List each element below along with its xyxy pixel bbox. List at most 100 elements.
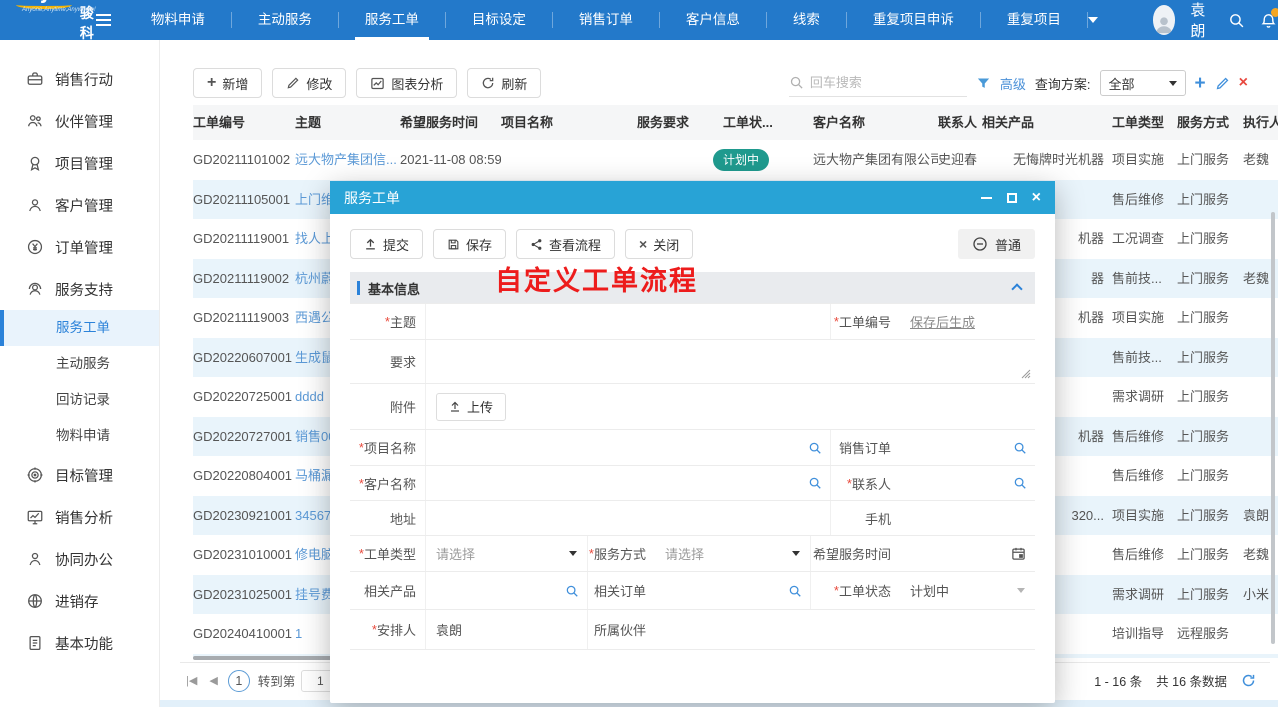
avatar[interactable] — [1153, 5, 1176, 35]
sidebar-item[interactable]: 协同办公 — [0, 538, 159, 580]
add-button[interactable]: + 新增 — [193, 68, 262, 98]
partner-input[interactable] — [655, 622, 1035, 637]
lookup-search-icon[interactable] — [788, 584, 802, 598]
column-header[interactable]: 项目名称 — [501, 105, 637, 140]
lookup-search-icon[interactable] — [1013, 476, 1027, 490]
assignee-value: 袁朗 — [426, 620, 462, 639]
subject-label: *主题 — [350, 304, 426, 339]
sidebar-item[interactable]: 客户管理 — [0, 184, 159, 226]
lookup-search-icon[interactable] — [808, 441, 822, 455]
order-status-select[interactable]: 计划中 — [900, 572, 1035, 609]
calendar-icon[interactable] — [1011, 546, 1026, 561]
close-button[interactable]: × 关闭 — [625, 229, 693, 259]
row-cell: 上门服务 — [1177, 456, 1243, 496]
sidebar-item[interactable]: 目标管理 — [0, 454, 159, 496]
chevron-down-icon[interactable] — [1088, 17, 1098, 23]
sidebar-item[interactable]: 伙伴管理 — [0, 100, 159, 142]
priority-button[interactable]: 普通 — [958, 229, 1035, 259]
resize-handle-icon[interactable] — [1021, 369, 1031, 379]
column-header[interactable]: 工单类型 — [1112, 105, 1177, 140]
top-nav-item[interactable]: 物料申请 — [125, 0, 231, 40]
bell-icon[interactable] — [1260, 12, 1277, 29]
service-method-select[interactable]: 请选择 — [655, 536, 810, 571]
username[interactable]: 袁朗 — [1190, 0, 1213, 41]
page-number-button[interactable]: 1 — [228, 670, 250, 692]
collapse-chevron-up-icon[interactable] — [1011, 283, 1022, 294]
sidebar-subitem[interactable]: 主动服务 — [0, 346, 159, 382]
row-subject-link[interactable]: 远大物产集团信... — [295, 140, 400, 180]
advanced-search-link[interactable]: 高级 — [1000, 74, 1026, 93]
search-icon[interactable] — [1228, 12, 1245, 29]
save-button[interactable]: 保存 — [433, 229, 506, 259]
refresh-button[interactable]: 刷新 — [467, 68, 541, 98]
subject-input[interactable] — [426, 314, 830, 329]
row-cell: 上门服务 — [1177, 575, 1243, 615]
top-nav-item[interactable]: 目标设定 — [446, 0, 552, 40]
sidebar-item[interactable]: 销售分析 — [0, 496, 159, 538]
sidebar-item[interactable]: 服务支持 — [0, 268, 159, 310]
column-header[interactable]: 希望服务时间 — [400, 105, 501, 140]
upload-button[interactable]: 上传 — [436, 393, 506, 421]
chart-analysis-button[interactable]: 图表分析 — [356, 68, 457, 98]
column-header[interactable]: 工单状... — [713, 105, 813, 140]
lookup-search-icon[interactable] — [1013, 441, 1027, 455]
add-plan-icon[interactable]: + — [1195, 74, 1206, 93]
top-nav-item[interactable]: 重复项目 — [981, 0, 1087, 40]
address-input[interactable] — [426, 511, 830, 526]
filter-funnel-icon[interactable] — [976, 76, 991, 91]
top-nav-item[interactable]: 主动服务 — [232, 0, 338, 40]
refresh-icon[interactable] — [1241, 673, 1256, 688]
prev-page-icon[interactable]: ◀ — [209, 674, 217, 687]
order-type-select[interactable]: 请选择 — [426, 536, 587, 571]
mobile-input[interactable] — [900, 511, 1035, 526]
sidebar-item[interactable]: 销售行动 — [0, 58, 159, 100]
column-header[interactable]: 相关产品 — [982, 105, 1112, 140]
column-header[interactable]: 主题 — [295, 105, 400, 140]
sidebar-item-label: 进销存 — [55, 591, 99, 612]
search-input[interactable] — [810, 75, 950, 90]
related-product-input[interactable] — [426, 583, 587, 598]
modal-titlebar[interactable]: 服务工单 × — [330, 181, 1055, 214]
sidebar-item[interactable]: 进销存 — [0, 580, 159, 622]
related-order-input[interactable] — [655, 583, 810, 598]
query-plan-select[interactable]: 全部 — [1100, 70, 1186, 96]
lookup-search-icon[interactable] — [565, 584, 579, 598]
first-page-icon[interactable]: |◀ — [186, 674, 197, 687]
column-header[interactable]: 工单编号 — [193, 105, 295, 140]
project-input[interactable] — [426, 440, 830, 455]
maximize-icon[interactable] — [1007, 193, 1017, 203]
edit-plan-icon[interactable] — [1215, 76, 1230, 91]
menu-hamburger-icon[interactable] — [96, 11, 111, 29]
column-header[interactable]: 服务方式 — [1177, 105, 1243, 140]
sidebar-subitem[interactable]: 回访记录 — [0, 382, 159, 418]
top-nav-item[interactable]: 销售订单 — [553, 0, 659, 40]
column-header[interactable]: 联系人 — [938, 105, 982, 140]
vertical-scrollbar[interactable] — [1271, 212, 1275, 644]
row-cell — [1243, 654, 1278, 659]
top-nav-item[interactable]: 客户信息 — [660, 0, 766, 40]
lookup-search-icon[interactable] — [808, 476, 822, 490]
column-header[interactable]: 服务要求 — [637, 105, 713, 140]
submit-button[interactable]: 提交 — [350, 229, 423, 259]
requirement-textarea[interactable] — [426, 354, 1035, 369]
close-icon[interactable]: × — [1032, 190, 1041, 206]
row-cell: GD20211119003 — [193, 298, 295, 338]
sidebar-item[interactable]: 项目管理 — [0, 142, 159, 184]
delete-plan-icon[interactable]: × — [1239, 75, 1248, 91]
top-nav-item[interactable]: 服务工单 — [339, 0, 445, 40]
app-logo: Bajun 八骏科技 Anyone,Anytime,Anywhere! — [0, 0, 94, 63]
search-box[interactable] — [789, 69, 967, 97]
edit-button[interactable]: 修改 — [272, 68, 346, 98]
minimize-icon[interactable] — [981, 197, 992, 199]
table-row[interactable]: GD20211101002远大物产集团信...2021-11-08 08:59计… — [193, 140, 1278, 180]
sidebar-item[interactable]: 订单管理 — [0, 226, 159, 268]
column-header[interactable]: 客户名称 — [813, 105, 938, 140]
sidebar-subitem[interactable]: 物料申请 — [0, 418, 159, 454]
customer-input[interactable] — [426, 476, 830, 491]
top-nav-item[interactable]: 重复项目申诉 — [847, 0, 980, 40]
sidebar-subitem[interactable]: 服务工单 — [0, 310, 159, 346]
top-nav-item[interactable]: 线索 — [767, 0, 846, 40]
view-flow-button[interactable]: 查看流程 — [516, 229, 615, 259]
sidebar-item[interactable]: 基本功能 — [0, 622, 159, 664]
column-header[interactable]: 执行人 — [1243, 105, 1278, 140]
